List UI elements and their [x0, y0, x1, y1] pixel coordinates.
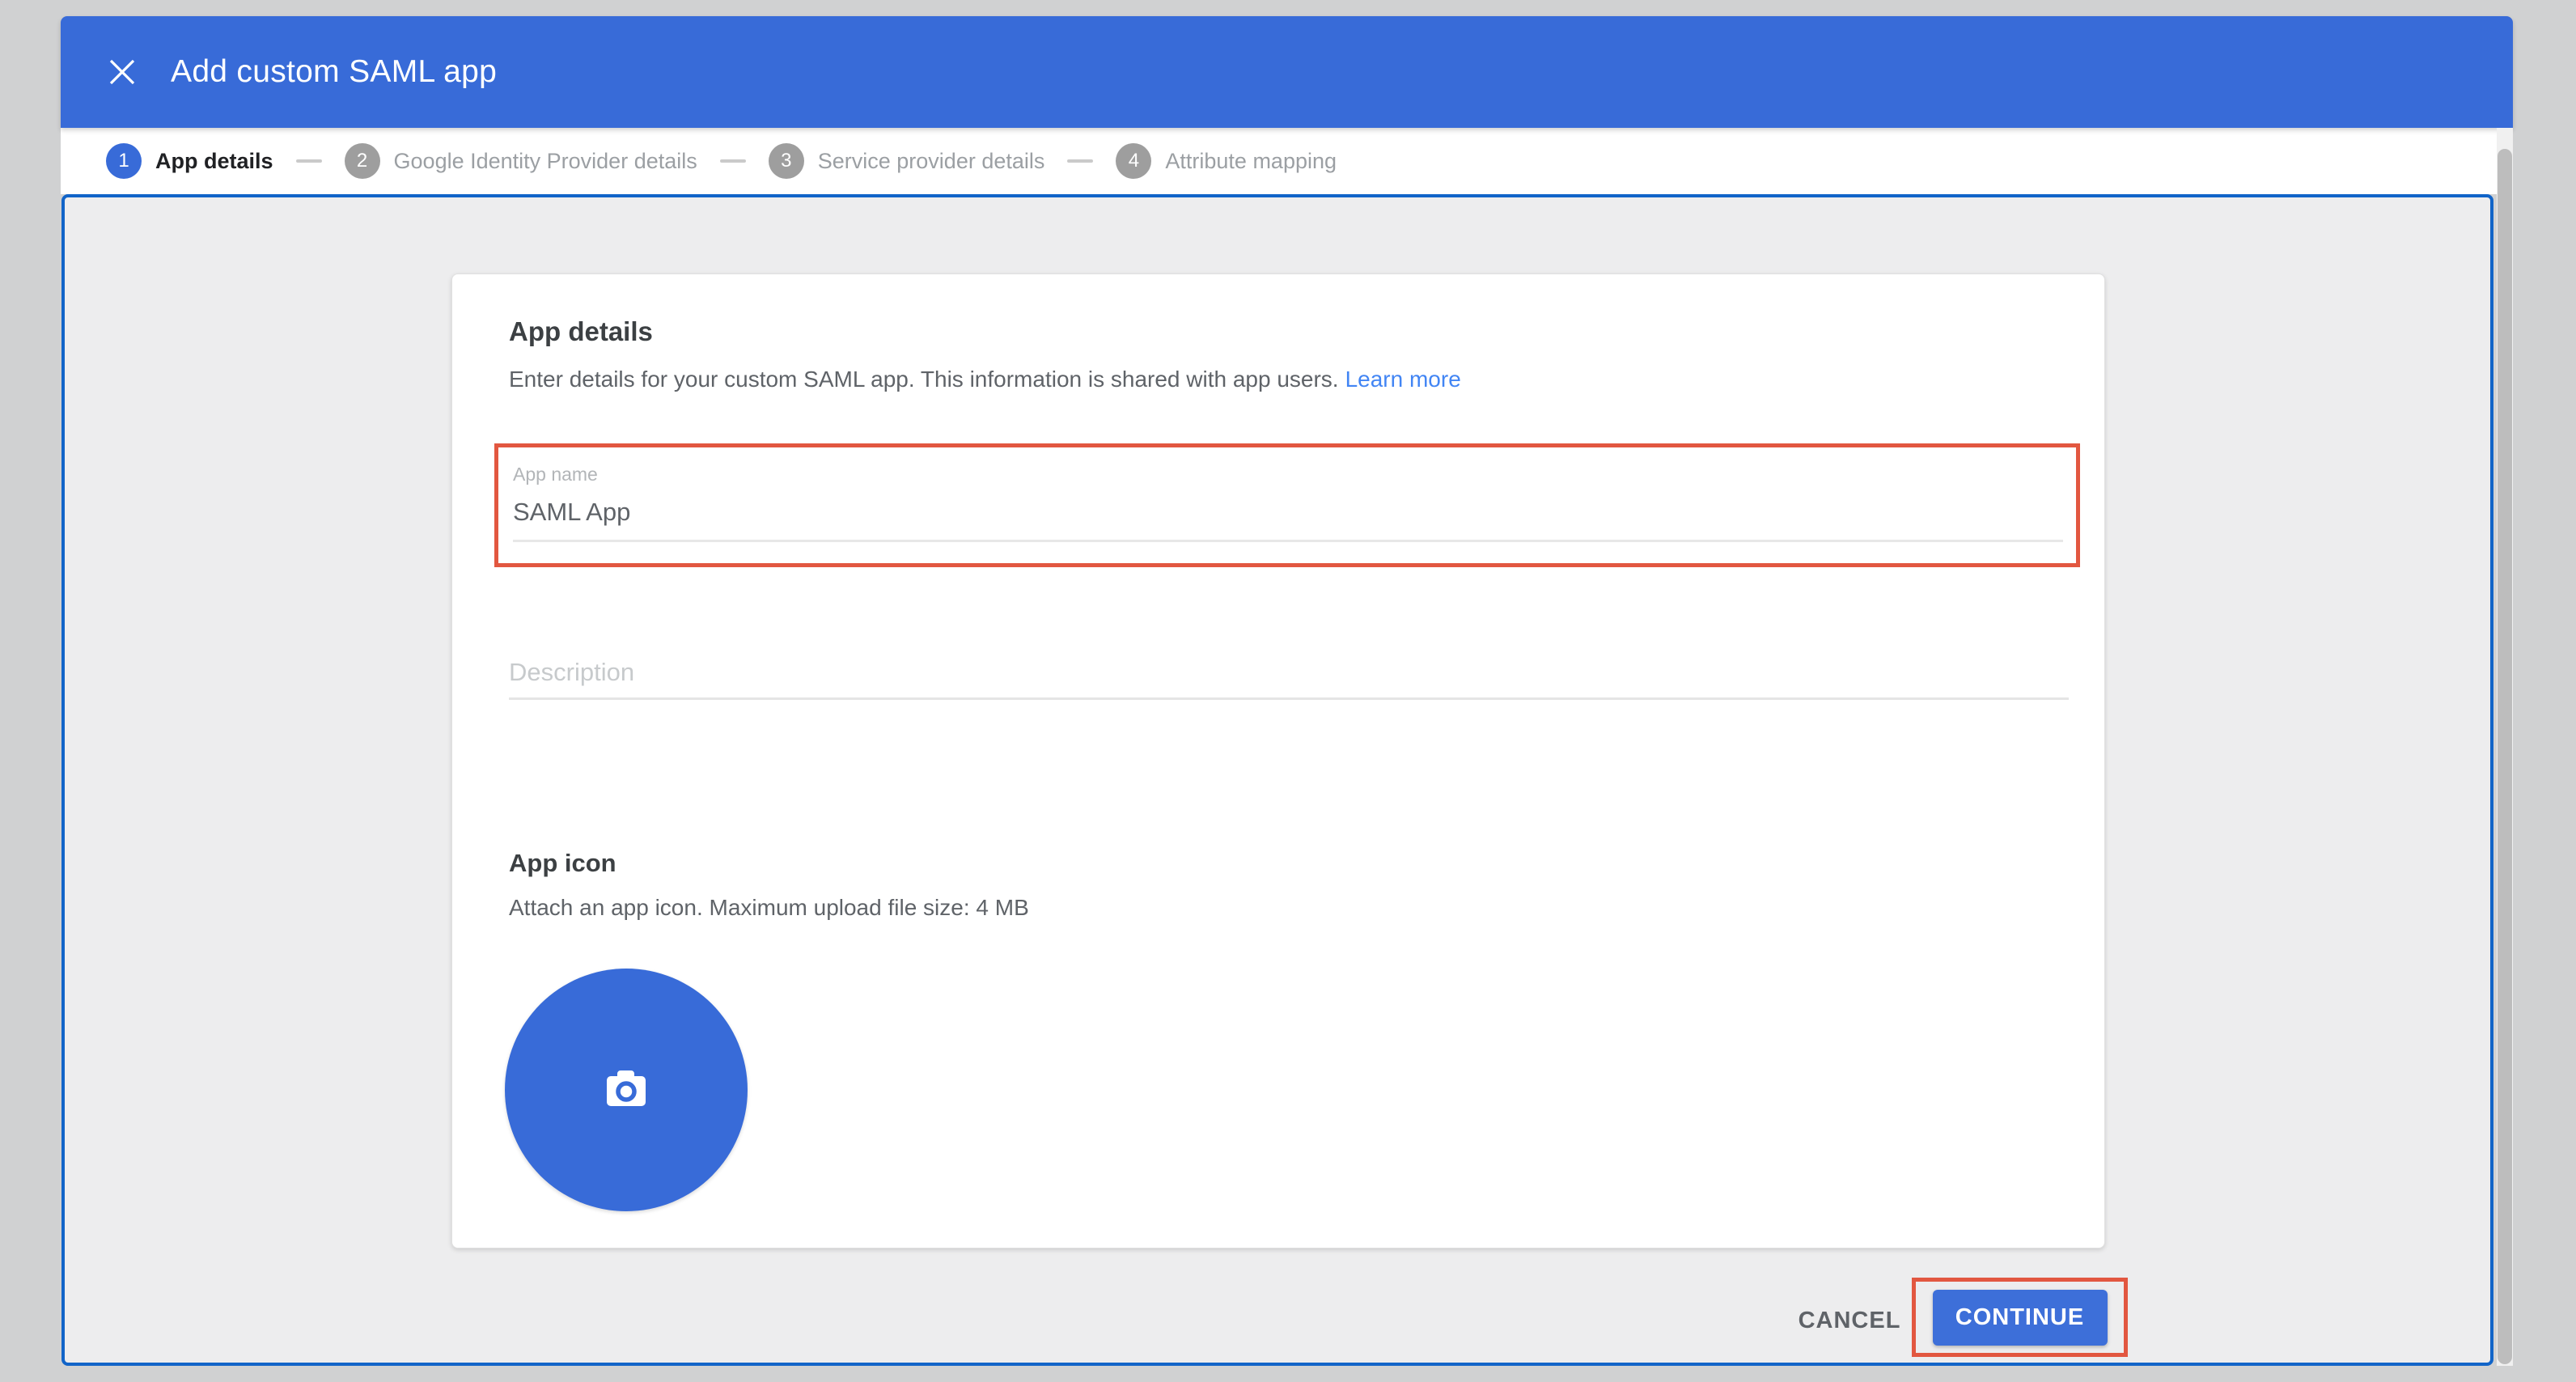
annotation-box-app-name: App name SAML App	[494, 443, 2080, 567]
field-underline	[513, 540, 2063, 542]
step-attribute-mapping[interactable]: 4 Attribute mapping	[1116, 143, 1337, 179]
step-label: Attribute mapping	[1165, 149, 1337, 174]
scrollbar-thumb[interactable]	[2498, 149, 2512, 1364]
close-icon[interactable]	[104, 54, 140, 90]
x-icon	[108, 57, 137, 87]
step-number-badge: 1	[106, 143, 142, 179]
step-service-provider-details[interactable]: 3 Service provider details	[769, 143, 1045, 179]
continue-button[interactable]: CONTINUE	[1933, 1290, 2108, 1346]
description-field[interactable]: Description	[509, 645, 2069, 700]
annotation-box-continue: CONTINUE	[1912, 1278, 2128, 1357]
dialog-header: Add custom SAML app	[61, 16, 2513, 128]
step-connector	[296, 159, 322, 163]
camera-icon	[606, 1070, 646, 1111]
step-app-details[interactable]: 1 App details	[106, 143, 273, 179]
app-icon-help-text: Attach an app icon. Maximum upload file …	[509, 895, 1029, 921]
app-icon-heading: App icon	[509, 849, 616, 878]
learn-more-link[interactable]: Learn more	[1345, 367, 1461, 392]
step-connector	[1067, 159, 1093, 163]
step-label: Service provider details	[818, 149, 1045, 174]
step-google-idp-details[interactable]: 2 Google Identity Provider details	[345, 143, 697, 179]
cancel-button[interactable]: CANCEL	[1777, 1295, 1922, 1346]
dialog-title: Add custom SAML app	[171, 54, 497, 90]
card-intro-text: Enter details for your custom SAML app. …	[509, 367, 1461, 392]
app-icon-upload-button[interactable]	[505, 969, 748, 1211]
step-number-badge: 2	[345, 143, 380, 179]
stepper: 1 App details 2 Google Identity Provider…	[61, 128, 2497, 194]
app-name-value: SAML App	[513, 498, 630, 527]
description-placeholder: Description	[509, 645, 2069, 687]
card-heading: App details	[509, 316, 653, 347]
step-number-badge: 3	[769, 143, 804, 179]
intro-text: Enter details for your custom SAML app. …	[509, 367, 1339, 392]
step-label: Google Identity Provider details	[394, 149, 697, 174]
app-name-field[interactable]: App name SAML App	[498, 447, 2076, 563]
app-details-card: App details Enter details for your custo…	[451, 273, 2105, 1248]
step-label: App details	[155, 149, 273, 174]
step-connector	[720, 159, 746, 163]
step-number-badge: 4	[1116, 143, 1151, 179]
app-name-label: App name	[513, 464, 598, 485]
scrollbar-track[interactable]	[2497, 128, 2513, 1366]
